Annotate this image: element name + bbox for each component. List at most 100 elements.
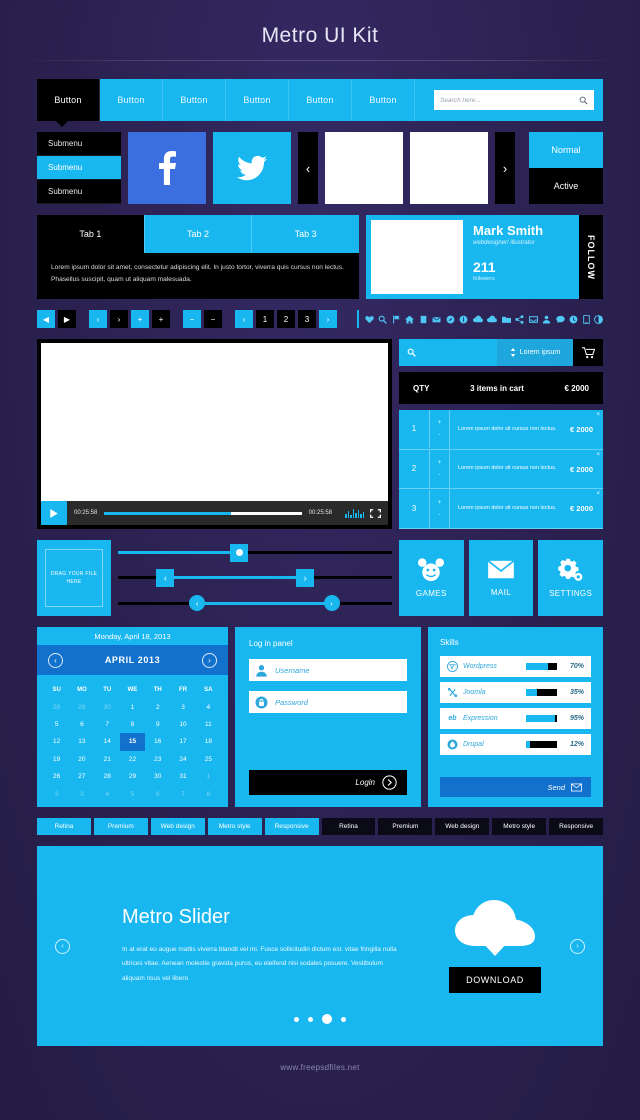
calendar-day[interactable]: 5 [44, 716, 69, 733]
cart-row[interactable]: 3 + - Lorem ipsum dolor sit cursus non l… [399, 489, 603, 530]
nav-button-1[interactable]: Button [100, 79, 163, 121]
state-active-button[interactable]: Active [529, 168, 603, 204]
calendar-day[interactable]: 21 [95, 751, 120, 768]
mobile-icon[interactable] [582, 314, 590, 324]
carousel-thumb-0[interactable] [325, 132, 403, 204]
stepper-decrease[interactable]: - [439, 512, 441, 518]
tag-retina-blue[interactable]: Retina [37, 818, 91, 835]
facebook-tile[interactable] [128, 132, 206, 204]
calendar-day[interactable]: 1 [120, 698, 145, 715]
pg-prev-solid[interactable]: ◀ [37, 310, 55, 328]
calendar-day[interactable]: 25 [196, 751, 221, 768]
slider-handle-right[interactable]: › [296, 568, 315, 587]
tile-settings[interactable]: SETTINGS [538, 540, 604, 616]
calendar-next-button[interactable]: › [201, 652, 217, 668]
calendar-day[interactable]: 10 [170, 716, 195, 733]
slider-next-button[interactable]: › [570, 938, 585, 954]
search-icon[interactable] [378, 315, 387, 324]
tag-metro-style-blue[interactable]: Metro style [207, 818, 262, 835]
download-button[interactable]: DOWNLOAD [449, 966, 541, 993]
nav-button-0[interactable]: Button [37, 79, 100, 121]
tab-1[interactable]: Tab 1 [37, 215, 144, 253]
cart-row[interactable]: 1 + - Lorem ipsum dolor sit cursus non l… [399, 410, 603, 450]
cloud-upload-icon[interactable] [487, 315, 497, 324]
calendar-day[interactable]: 18 [196, 733, 221, 750]
calendar-day[interactable]: 30 [145, 768, 170, 785]
book-icon[interactable] [419, 315, 428, 324]
login-button[interactable]: Login [249, 770, 407, 795]
calendar-day[interactable]: 26 [44, 768, 69, 785]
slider-dot-4[interactable] [341, 1016, 346, 1022]
product-search-input[interactable] [399, 339, 497, 366]
slider-handle-right[interactable]: › [323, 595, 340, 612]
nav-button-4[interactable]: Button [289, 79, 352, 121]
fullscreen-icon[interactable] [370, 508, 388, 518]
share-icon[interactable] [515, 314, 524, 324]
compass-icon[interactable] [446, 315, 455, 324]
play-icon[interactable] [41, 501, 67, 525]
tag-premium-dark[interactable]: Premium [378, 818, 433, 835]
category-select[interactable]: Lorem ipsum [497, 339, 573, 366]
file-dropzone[interactable]: DRAG YOUR FILE HERE [37, 540, 111, 616]
cart-icon[interactable] [573, 339, 603, 366]
stepper-increase[interactable]: + [438, 420, 442, 426]
inbox-icon[interactable] [528, 315, 538, 324]
twitter-tile[interactable] [213, 132, 291, 204]
calendar-day-selected[interactable]: 15 [119, 733, 146, 751]
calendar-day[interactable]: 28 [95, 768, 120, 785]
search-icon[interactable] [579, 96, 588, 105]
calendar-day[interactable]: 29 [120, 768, 145, 785]
home-icon[interactable] [405, 315, 414, 324]
video-progress-bar[interactable] [104, 511, 302, 515]
tab-3[interactable]: Tab 3 [251, 215, 360, 253]
cart-row[interactable]: 2 + - Lorem ipsum dolor sit cursus non l… [399, 449, 603, 490]
slider-single[interactable] [118, 543, 392, 563]
calendar-day[interactable]: 8 [120, 716, 145, 733]
pg-plus-blue[interactable]: + [131, 310, 149, 328]
calendar-day[interactable]: 6 [145, 786, 170, 803]
follow-button[interactable]: FOLLOW [579, 215, 603, 299]
equalizer-icon[interactable] [339, 508, 370, 518]
pg-plus-dark[interactable]: + [152, 310, 170, 328]
calendar-day[interactable]: 29 [69, 698, 94, 715]
tag-web-design-dark[interactable]: Web design [435, 818, 490, 835]
submenu-item-0[interactable]: Submenu [37, 132, 121, 156]
slider-knob[interactable] [230, 543, 249, 562]
calendar-day[interactable]: 24 [170, 751, 195, 768]
calendar-day[interactable]: 8 [196, 786, 221, 803]
flag-icon[interactable] [392, 315, 401, 324]
calendar-day[interactable]: 2 [145, 698, 170, 715]
quantity-stepper[interactable]: + - [430, 449, 450, 489]
nav-button-3[interactable]: Button [226, 79, 289, 121]
calendar-day[interactable]: 30 [95, 698, 120, 715]
pg-minus-blue[interactable]: − [183, 310, 201, 328]
clock-icon[interactable] [569, 315, 578, 324]
carousel-next-button[interactable]: › [495, 132, 515, 204]
pg-next-solid[interactable]: ▶ [58, 310, 76, 328]
pg-next-chevron[interactable]: › [110, 310, 128, 328]
slider-prev-button[interactable]: ‹ [55, 938, 70, 954]
comment-icon[interactable] [555, 315, 565, 324]
calendar-day[interactable]: 28 [44, 698, 69, 715]
quantity-stepper[interactable]: + - [430, 410, 450, 449]
calendar-day[interactable]: 11 [196, 716, 221, 733]
nav-button-2[interactable]: Button [163, 79, 226, 121]
calendar-day[interactable]: 22 [120, 751, 145, 768]
slider-handle-left[interactable]: ‹ [189, 595, 206, 612]
tag-retina-dark[interactable]: Retina [321, 818, 376, 835]
stepper-decrease[interactable]: - [439, 432, 441, 438]
mail-icon[interactable] [432, 315, 441, 324]
calendar-day[interactable]: 19 [44, 751, 69, 768]
close-icon[interactable]: × [596, 412, 600, 418]
nav-button-5[interactable]: Button [352, 79, 415, 121]
close-icon[interactable]: × [596, 491, 600, 497]
slider-dot-2[interactable] [308, 1016, 313, 1022]
pg-page-2[interactable]: 2 [277, 310, 295, 328]
send-button[interactable]: Send [440, 777, 591, 797]
slider-dot-3-active[interactable] [322, 1014, 332, 1024]
tab-2[interactable]: Tab 2 [143, 215, 252, 253]
calendar-day[interactable]: 13 [69, 733, 94, 750]
heart-icon[interactable] [364, 315, 374, 324]
stepper-increase[interactable]: + [438, 460, 442, 466]
calendar-prev-button[interactable]: ‹ [48, 652, 63, 668]
